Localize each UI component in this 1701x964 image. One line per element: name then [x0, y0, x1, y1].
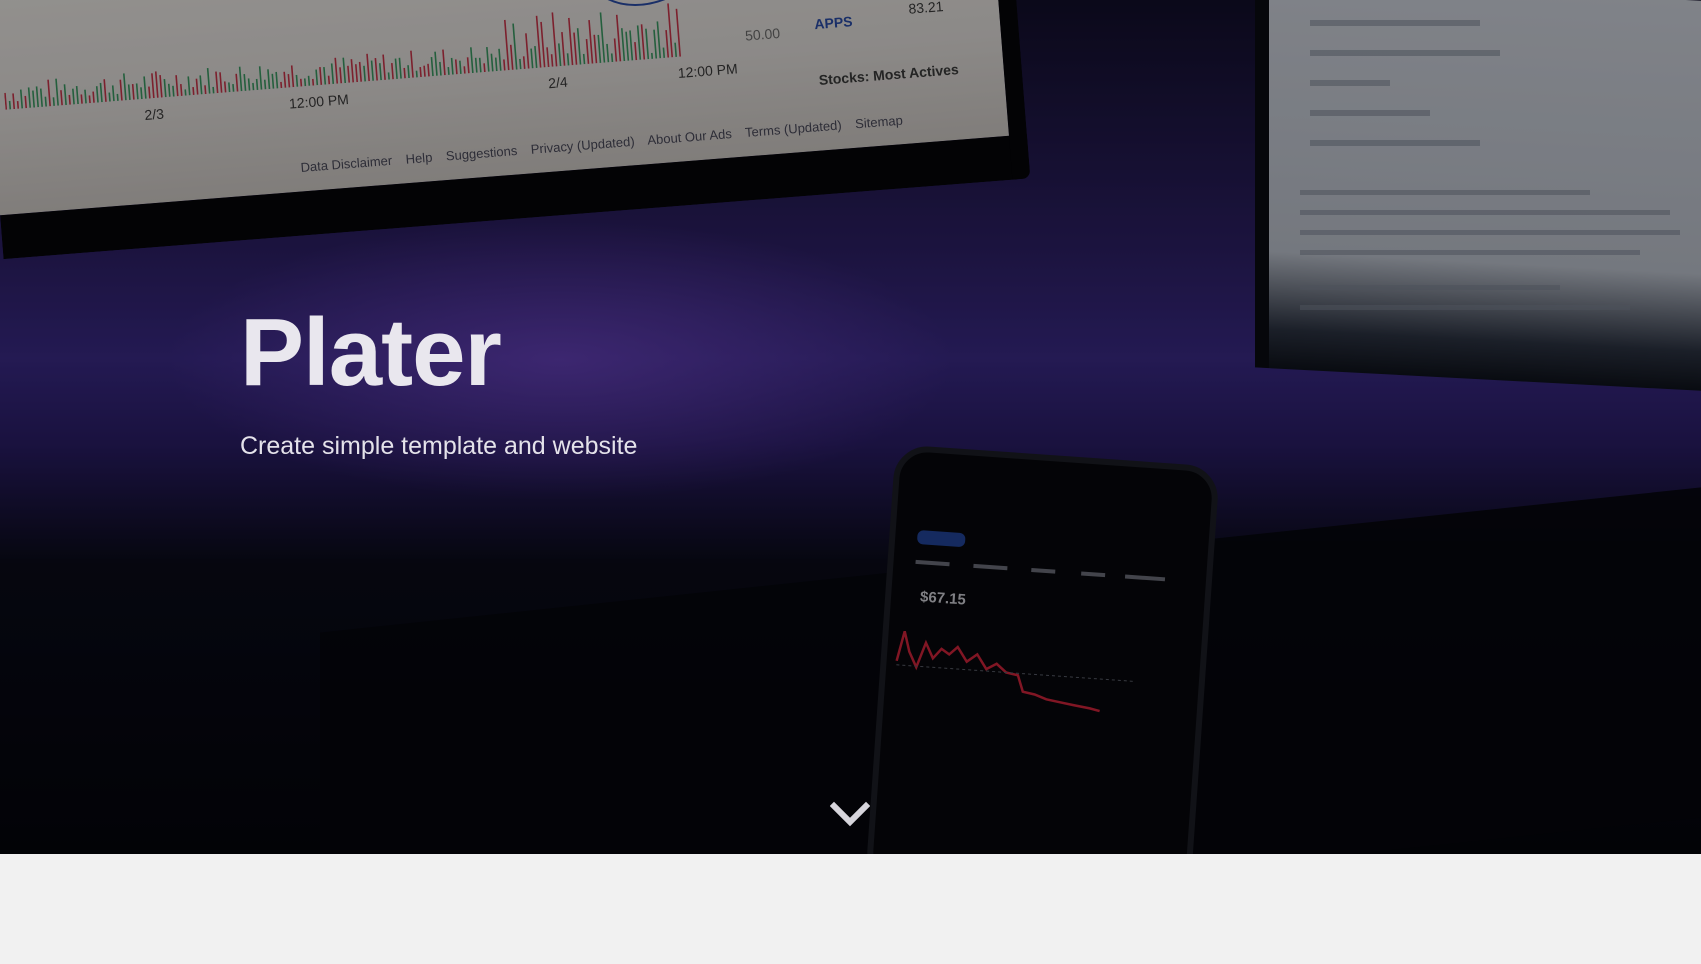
- hero-subtitle: Create simple template and website: [240, 431, 638, 460]
- hero-title: Plater: [240, 299, 502, 406]
- chevron-down-icon: [829, 801, 871, 827]
- content-section: [0, 854, 1701, 964]
- scroll-down-button[interactable]: [829, 800, 871, 828]
- hero-section: 2/3 12:00 PM 2/4 12:00 PM 50.00 APPS 83.…: [0, 0, 1701, 854]
- hero-content: Plater Create simple template and websit…: [240, 300, 637, 461]
